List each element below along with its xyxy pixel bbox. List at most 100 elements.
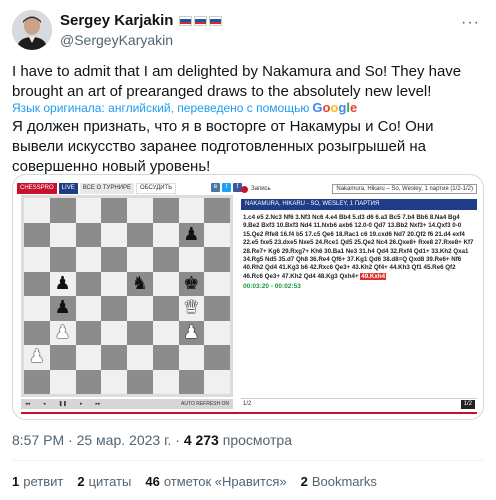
next-move-button: ▸ [79,401,83,407]
live-tab: LIVE [58,183,78,194]
board-square [24,369,50,394]
board-square [127,247,153,272]
board-square [101,247,127,272]
playback-controls: ◂◂ ◂ ❚❚ ▸ ▸▸ AUTO REFRESH ON [21,399,233,409]
broadcast-bottom-strip [21,412,477,414]
user-handle[interactable]: @SergeyKaryakin [60,32,173,48]
white-queen-icon: ♛ [183,297,200,319]
board-square [24,198,50,223]
quotes-label: цитаты [88,474,132,489]
chess-board: ♟ ♟ ♞ ♚ ♟ ♛ ♟ ♟ ♟ [21,195,233,397]
board-square: ♟ [49,320,76,345]
board-square [152,198,179,223]
record-icon [241,185,248,193]
board-square [24,247,50,272]
board-square [75,296,102,321]
views-label: просмотра [222,432,292,448]
board-square [49,222,76,247]
tweet-time[interactable]: 8:57 PM [12,432,64,448]
board-square [204,345,230,370]
auto-refresh-label: AUTO REFRESH ON [181,401,229,407]
board-square [152,320,179,345]
board-square: ♟ [24,345,50,370]
meta-separator: · [175,432,180,448]
board-square [127,296,153,321]
black-pawn-icon: ♟ [54,272,71,294]
board-square [204,222,230,247]
board-square [127,369,153,394]
tweet-header: Sergey Karjakin @SergeyKaryakin ··· [12,10,484,50]
twitter-icon: t [222,183,231,192]
board-square [75,345,102,370]
board-square [204,369,230,394]
board-square [178,247,205,272]
tweet-media-image[interactable]: CHESSPRO LIVE ВСЕ О ТУРНИРЕ ОБСУДИТЬ в t… [12,174,484,420]
last-move-button: ▸▸ [95,401,101,407]
chess-board-grid: ♟ ♟ ♞ ♚ ♟ ♛ ♟ ♟ ♟ [24,198,230,394]
board-square [49,247,76,272]
board-square [178,369,205,394]
board-square [127,222,153,247]
board-square: ♟ [49,271,76,296]
board-square [75,369,102,394]
move-text: 1.c4 e5 2.Nc3 Nf6 3.Nf3 Nc6 4.e4 Bb4 5.d… [243,214,474,280]
meta-separator: · [68,432,73,448]
game-title: NAKAMURA, HIKARU - SO, WESLEY, 1 ПАРТИЯ [241,199,477,210]
board-square [152,296,179,321]
likes-stat[interactable]: 46 отметок «Нравится» [145,474,286,489]
board-square [152,369,179,394]
quotes-stat[interactable]: 2 цитаты [77,474,131,489]
board-square [101,198,127,223]
board-square: ♚ [178,271,205,296]
avatar[interactable] [12,10,52,50]
board-square [24,271,50,296]
about-tournament-tab: ВСЕ О ТУРНИРЕ [79,183,134,194]
last-move: 49.Kxh4 [360,272,387,280]
board-square [24,222,50,247]
board-square [75,222,102,247]
bookmarks-stat[interactable]: 2 Bookmarks [301,474,377,489]
board-square [204,247,230,272]
broadcast-topbar: CHESSPRO LIVE ВСЕ О ТУРНИРЕ ОБСУДИТЬ [17,183,233,194]
board-square [101,320,127,345]
board-square [152,271,179,296]
likes-label: отметок «Нравится» [163,474,287,489]
panel-header: Запись Nakamura, Hikaru – So, Wesley, 1 … [241,183,477,195]
game-select: Nakamura, Hikaru – So, Wesley, 1 партия … [332,184,477,194]
board-square [101,369,127,394]
black-knight-icon: ♞ [131,272,148,294]
retweets-count: 1 [12,474,20,489]
tweet-text-translated: Я должен признать, что я в восторге от Н… [12,118,434,175]
board-square [127,198,153,223]
translation-notice: Язык оригинала: английский, переведено с… [12,100,357,115]
tweet-meta: 8:57 PM · 25 мар. 2023 г. · 4 273 просмо… [12,432,292,448]
discuss-tab: ОБСУДИТЬ [135,183,177,194]
board-square [204,198,230,223]
translation-label: Язык оригинала: английский, переведено с… [12,100,310,115]
board-square [49,198,76,223]
board-square: ♟ [49,296,76,321]
panel-footer: 1/2 1/2 [241,398,477,410]
retweets-stat[interactable]: 1 ретвит [12,474,63,489]
tweet-date[interactable]: 25 мар. 2023 г. [77,432,172,448]
white-pawn-icon: ♟ [54,321,71,343]
avatar-photo [12,10,52,50]
tweet-text-original: I have to admit that I am delighted by N… [12,63,462,100]
views-count: 4 273 [183,432,219,448]
game-clock: 00:03:20 - 00:02:53 [243,283,301,291]
retweets-label: ретвит [23,474,64,489]
board-square [152,345,179,370]
board-square: ♟ [178,222,205,247]
more-options-icon[interactable]: ··· [461,14,480,32]
board-square [204,320,230,345]
display-name[interactable]: Sergey Karjakin [60,12,223,29]
white-pawn-icon: ♟ [183,321,200,343]
board-square [101,271,127,296]
move-list: 1.c4 e5 2.Nc3 Nf6 3.Nf3 Nc6 4.e4 Bb4 5.d… [241,213,477,393]
board-square: ♟ [178,320,205,345]
display-name-text[interactable]: Sergey Karjakin [60,12,173,29]
page-indicator-right: 1/2 [460,400,475,409]
board-square [178,198,205,223]
bookmarks-label: Bookmarks [311,474,377,489]
board-square [75,320,102,345]
